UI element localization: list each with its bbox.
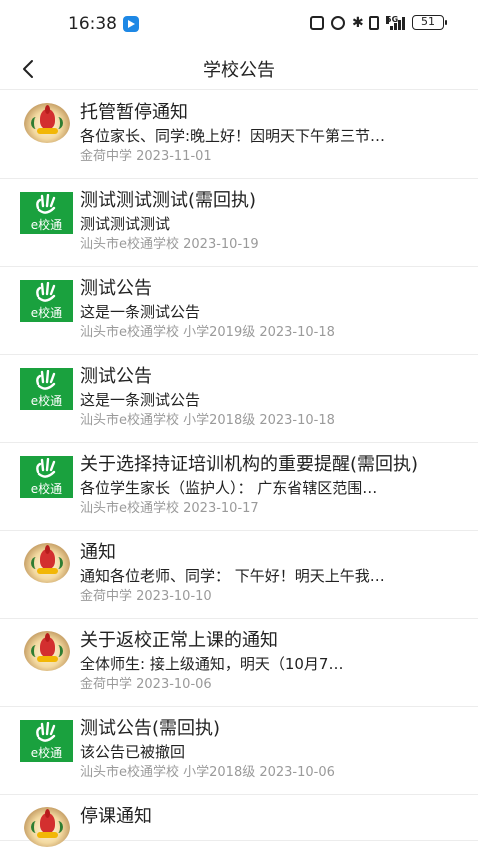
school-logo-icon — [24, 631, 70, 671]
notice-summary: 这是一条测试公告 — [80, 303, 201, 321]
notice-meta: 金荷中学 2023-11-01 — [80, 149, 212, 164]
notice-title: 测试公告 — [80, 366, 152, 387]
notice-item[interactable]: e校通 测试测试测试(需回执) 测试测试测试汕头市e校通学校 2023-10-19 — [0, 179, 478, 267]
notice-title: 停课通知 — [80, 806, 152, 827]
ex-school-logo-icon: e校通 — [20, 280, 73, 322]
notice-item[interactable]: e校通 测试公告这是一条测试公告汕头市e校通学校 小学2018级 2023-10-… — [0, 355, 478, 443]
ex-logo-label: e校通 — [30, 218, 63, 232]
notice-title: 通知 — [80, 542, 116, 563]
school-logo-icon — [24, 543, 70, 583]
school-logo-icon — [24, 103, 70, 143]
page-title: 学校公告 — [203, 60, 275, 81]
ex-school-logo-icon: e校通 — [20, 720, 73, 762]
status-time: 16:38 — [68, 14, 117, 34]
notice-summary: 各位学生家长（监护人）： 广东省辖区范围… — [80, 479, 378, 497]
notice-item[interactable]: e校通 测试公告(需回执) 该公告已被撤回汕头市e校通学校 小学2018级 2023… — [0, 707, 478, 795]
notice-item[interactable]: 关于返校正常上课的通知全体师生: 接上级通知，明天（10月7… 金荷中学 2023… — [0, 619, 478, 707]
notice-item[interactable]: 停课通知 — [0, 795, 478, 847]
notice-title: 测试公告(需回执) — [80, 718, 221, 739]
notice-summary: 通知各位老师、同学： 下午好！明天上午我… — [80, 567, 385, 585]
ex-school-logo-icon: e校通 — [20, 192, 73, 234]
notice-meta: 汕头市e校通学校 小学2019级 2023-10-18 — [80, 325, 335, 340]
ex-logo-label: e校通 — [30, 482, 63, 496]
notice-meta: 金荷中学 2023-10-10 — [80, 589, 212, 604]
ex-logo-label: e校通 — [30, 306, 63, 320]
status-icons: ✱ 5G 51 — [310, 14, 447, 31]
notice-summary: 这是一条测试公告 — [80, 391, 201, 409]
nav-bar: 学校公告 — [0, 50, 478, 90]
notice-meta: 汕头市e校通学校 小学2018级 2023-10-18 — [80, 413, 335, 428]
notice-meta: 汕头市e校通学校 2023-10-19 — [80, 237, 259, 252]
notice-title: 测试测试测试(需回执) — [80, 190, 257, 211]
notice-summary: 各位家长、同学:晚上好！因明天下午第三节… — [80, 127, 386, 145]
vibrate-icon — [369, 15, 379, 30]
app-notification-icon — [123, 16, 139, 32]
notice-summary: 该公告已被撤回 — [80, 743, 186, 761]
notice-title: 托管暂停通知 — [80, 102, 188, 123]
notice-title: 关于选择持证培训机构的重要提醒(需回执) — [80, 454, 419, 475]
bluetooth-icon: ✱ — [352, 14, 364, 31]
notice-item[interactable]: 通知通知各位老师、同学： 下午好！明天上午我… 金荷中学 2023-10-10 — [0, 531, 478, 619]
notice-meta: 汕头市e校通学校 2023-10-17 — [80, 501, 259, 516]
ex-school-logo-icon: e校通 — [20, 456, 73, 498]
ex-school-logo-icon: e校通 — [20, 368, 73, 410]
notice-meta: 汕头市e校通学校 小学2018级 2023-10-06 — [80, 765, 335, 780]
ex-logo-label: e校通 — [30, 746, 63, 760]
notice-list[interactable]: 托管暂停通知各位家长、同学:晚上好！因明天下午第三节… 金荷中学 2023-11-… — [0, 91, 478, 850]
notice-title: 测试公告 — [80, 278, 152, 299]
notice-item[interactable]: e校通 关于选择持证培训机构的重要提醒(需回执) 各位学生家长（监护人）： 广东省辖… — [0, 443, 478, 531]
network-type: 5G — [386, 14, 399, 24]
signal-icon: 5G — [386, 14, 405, 30]
notice-item[interactable]: e校通 测试公告这是一条测试公告汕头市e校通学校 小学2019级 2023-10-… — [0, 267, 478, 355]
school-logo-icon — [24, 807, 70, 847]
status-bar: 16:38 ✱ 5G 51 — [0, 0, 478, 50]
notice-summary: 测试测试测试 — [80, 215, 171, 233]
nfc-icon — [310, 15, 324, 30]
ex-logo-label: e校通 — [30, 394, 63, 408]
alarm-icon — [331, 15, 345, 30]
battery-icon: 51 — [412, 15, 447, 30]
notice-meta: 金荷中学 2023-10-06 — [80, 677, 212, 692]
notice-title: 关于返校正常上课的通知 — [80, 630, 278, 651]
notice-summary: 全体师生: 接上级通知，明天（10月7… — [80, 655, 344, 673]
notice-item[interactable]: 托管暂停通知各位家长、同学:晚上好！因明天下午第三节… 金荷中学 2023-11-… — [0, 91, 478, 179]
